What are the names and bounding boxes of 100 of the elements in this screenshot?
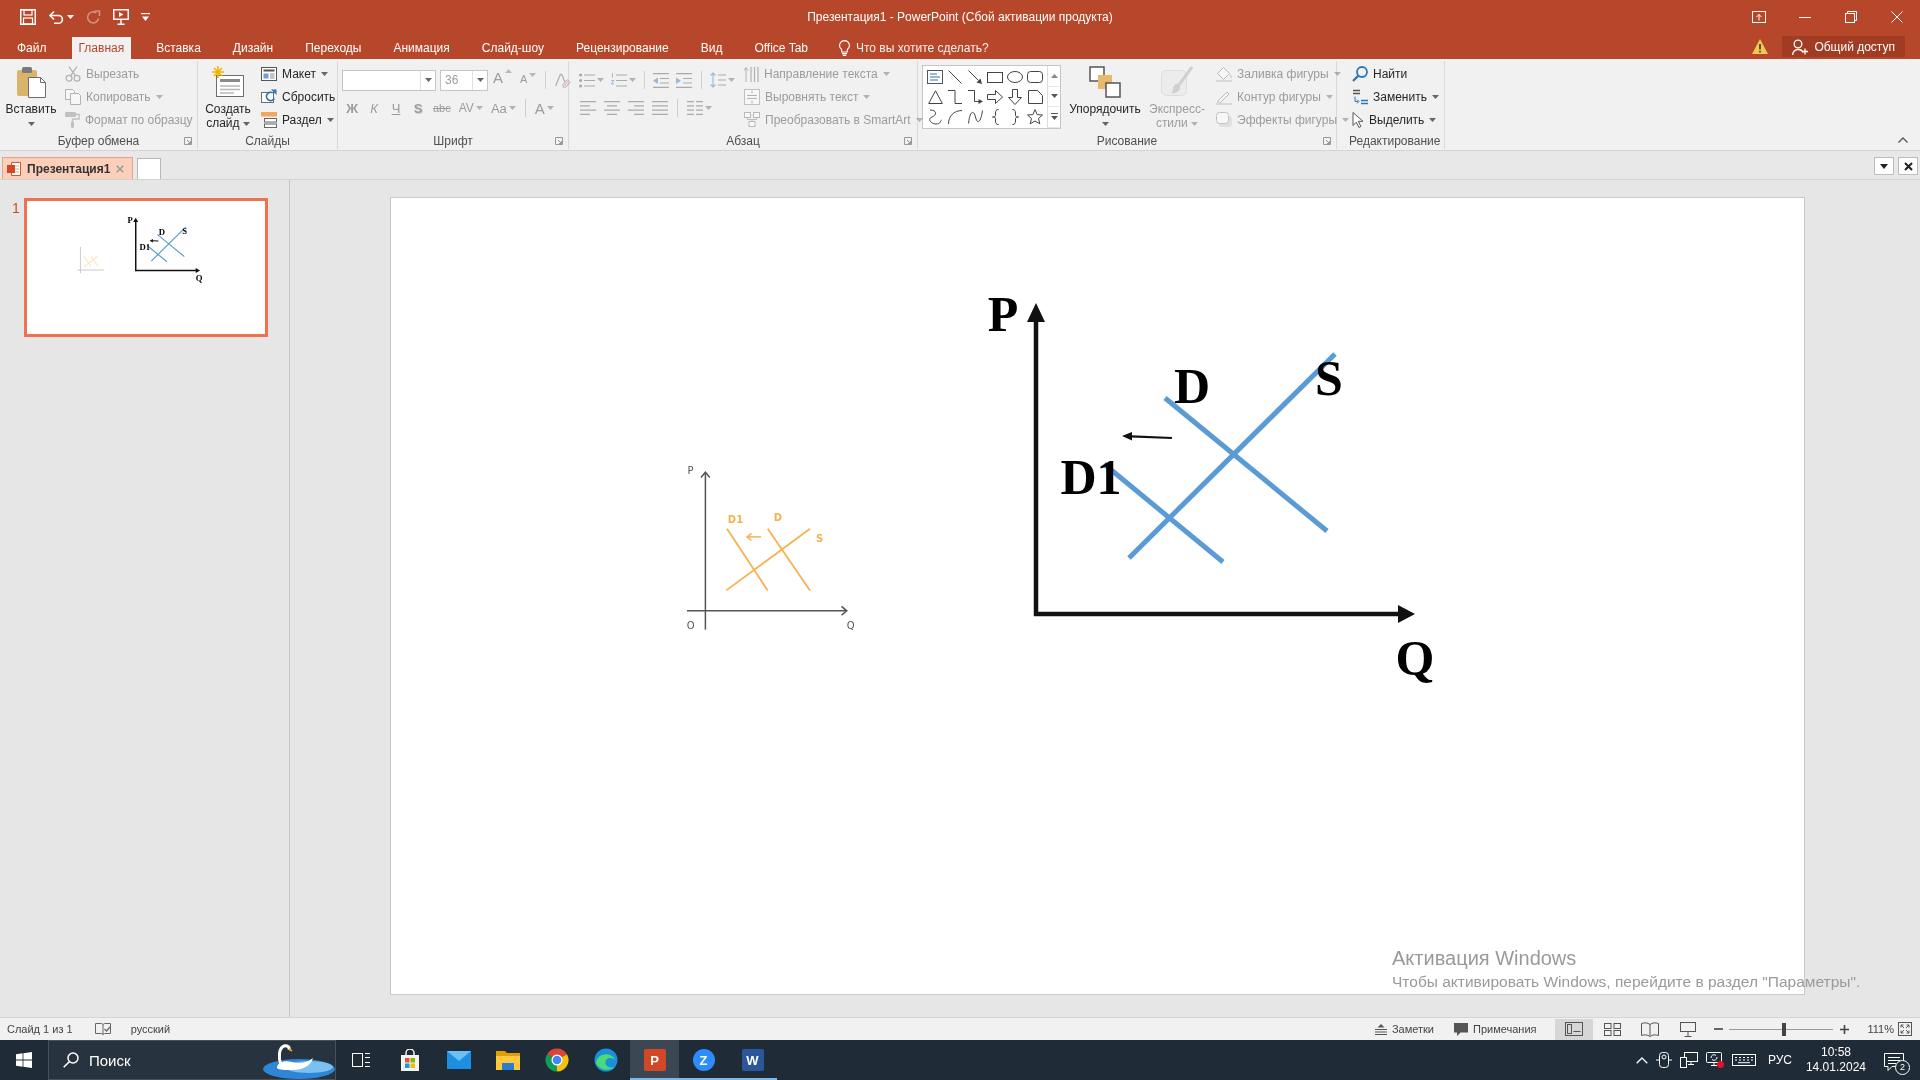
presentation-app-button[interactable]: P	[630, 1040, 679, 1080]
find-button[interactable]: Найти	[1349, 62, 1442, 85]
ribbon-tab[interactable]: Анимация	[386, 37, 457, 59]
scroll-down-icon[interactable]	[1050, 94, 1058, 99]
notes-button[interactable]: Заметки	[1372, 1023, 1436, 1035]
collapse-ribbon-button[interactable]	[1896, 135, 1910, 145]
activation-title: Активация Windows	[1392, 947, 1578, 970]
search-field[interactable]: Поиск	[89, 1051, 209, 1069]
section-icon	[261, 111, 277, 128]
align-left-icon	[580, 101, 596, 115]
freeform-icon[interactable]	[928, 109, 942, 125]
slider-thumb[interactable]	[1781, 1022, 1786, 1036]
envelope-icon	[446, 1051, 471, 1069]
caret-icon	[320, 71, 328, 76]
shape-effects-icon	[1216, 112, 1232, 127]
left-brace-icon[interactable]	[991, 109, 999, 125]
reset-button[interactable]: Сбросить	[258, 85, 339, 108]
caret-icon	[1429, 117, 1437, 122]
down-arrow-icon[interactable]	[1008, 89, 1022, 105]
rounded-rectangle-icon[interactable]	[1027, 71, 1043, 83]
proofing-button[interactable]	[92, 1022, 113, 1036]
select-button[interactable]: Выделить	[1349, 108, 1442, 131]
network-icon[interactable]	[1679, 1052, 1698, 1068]
input-language-button[interactable]: РУС	[1767, 1053, 1792, 1067]
meeting-app-button[interactable]: Z	[679, 1040, 728, 1080]
curve-label: D1	[727, 513, 744, 525]
language-button[interactable]: русский	[128, 1023, 173, 1035]
clock-button[interactable]: 10:58 14.01.2024	[1805, 1045, 1866, 1075]
more-icon[interactable]	[1050, 113, 1058, 121]
round-logo-icon	[544, 1048, 569, 1072]
arrow-icon[interactable]	[968, 70, 982, 84]
line-icon[interactable]	[948, 70, 962, 84]
curve-icon[interactable]	[967, 110, 983, 124]
elbow-arrow-icon[interactable]	[967, 90, 983, 104]
normal-view-button[interactable]	[1555, 1018, 1594, 1040]
slide-sorter-icon	[1604, 1022, 1621, 1036]
caret-icon	[1342, 117, 1349, 122]
rectangle-icon[interactable]	[987, 71, 1003, 83]
share-button[interactable]: Общий доступ	[1782, 36, 1905, 57]
keyboard-icon[interactable]	[1731, 1054, 1756, 1066]
caret-icon	[475, 106, 483, 110]
slide-number: 1	[12, 200, 21, 216]
shift-arrow	[149, 239, 159, 243]
document-app-button[interactable]: W	[728, 1040, 777, 1080]
monitor-alert-icon[interactable]	[1705, 1052, 1724, 1068]
ribbon-tab[interactable]: Дизайн	[225, 37, 281, 59]
comments-button[interactable]: Примечания	[1451, 1022, 1539, 1036]
caret-icon	[27, 121, 35, 126]
arrange-button[interactable]: Упорядочить	[1065, 62, 1145, 132]
ribbon-tab[interactable]: Рецензирование	[569, 37, 676, 59]
paste-button[interactable]: Вставить	[4, 62, 58, 132]
right-brace-icon[interactable]	[1011, 109, 1019, 125]
swirl-logo-icon	[593, 1048, 618, 1072]
close-icon	[1891, 11, 1903, 23]
comment-icon	[1453, 1022, 1468, 1036]
curve-label: D1	[1060, 449, 1122, 505]
save-icon	[20, 9, 36, 25]
ribbon-tab[interactable]: Файл	[10, 37, 54, 59]
proofing-icon	[94, 1022, 111, 1036]
tab-list-button[interactable]	[1874, 157, 1894, 175]
ribbon-tab[interactable]: Office Tab	[747, 37, 815, 59]
copy-icon	[65, 88, 81, 105]
tell-me-field[interactable]: Что вы хотите сделать?	[856, 41, 1006, 55]
text-box-icon[interactable]	[927, 70, 943, 84]
triangle-icon[interactable]	[927, 90, 943, 104]
scroll-up-icon[interactable]	[1050, 73, 1058, 78]
elbow-connector-icon[interactable]	[948, 90, 962, 104]
section-button[interactable]: Раздел	[258, 108, 339, 131]
ribbon-tab[interactable]: Слайд-шоу	[474, 37, 551, 59]
arc-icon[interactable]	[948, 110, 962, 124]
close-document-button[interactable]	[1898, 157, 1918, 175]
caret-icon	[1191, 121, 1199, 126]
minimize-icon	[1799, 16, 1811, 18]
oval-icon[interactable]	[1007, 71, 1023, 83]
caret-icon	[476, 78, 484, 82]
fit-slide-button[interactable]	[1896, 1022, 1914, 1036]
replace-button[interactable]: Заменить	[1349, 85, 1442, 108]
ribbon-tab[interactable]: Главная	[71, 37, 132, 59]
window-title: Презентация1 - PowerPoint (Сбой активации продукта)	[807, 10, 1113, 24]
justify-icon	[652, 101, 668, 115]
slide-thumbnail[interactable]: P D S D1 Q	[24, 198, 268, 337]
layout-button[interactable]: Макет	[258, 62, 339, 85]
redo-icon	[86, 9, 101, 25]
warning-icon[interactable]	[1752, 39, 1769, 54]
camera-icon[interactable]	[1655, 1052, 1672, 1068]
chevron-up-icon[interactable]	[1635, 1056, 1648, 1064]
right-arrow-icon[interactable]	[987, 90, 1003, 104]
clipboard-icon	[15, 66, 47, 98]
star-icon[interactable]	[1027, 109, 1043, 125]
zoom-in-button[interactable]	[1838, 1024, 1852, 1034]
new-slide-button[interactable]: Создать слайд	[202, 62, 254, 132]
ribbon-tab[interactable]: Вид	[693, 37, 730, 59]
ribbon-tab[interactable]: Переходы	[298, 37, 369, 59]
document-tab[interactable]: Презентация1	[2, 157, 134, 179]
undo-icon	[48, 10, 64, 24]
ribbon-tab[interactable]: Вставка	[149, 37, 208, 59]
slideshow-icon	[1680, 1021, 1697, 1037]
zoom-level-button[interactable]: 111%	[1865, 1023, 1896, 1035]
folded-shape-icon[interactable]	[1027, 90, 1043, 104]
search-icon	[1352, 65, 1368, 82]
